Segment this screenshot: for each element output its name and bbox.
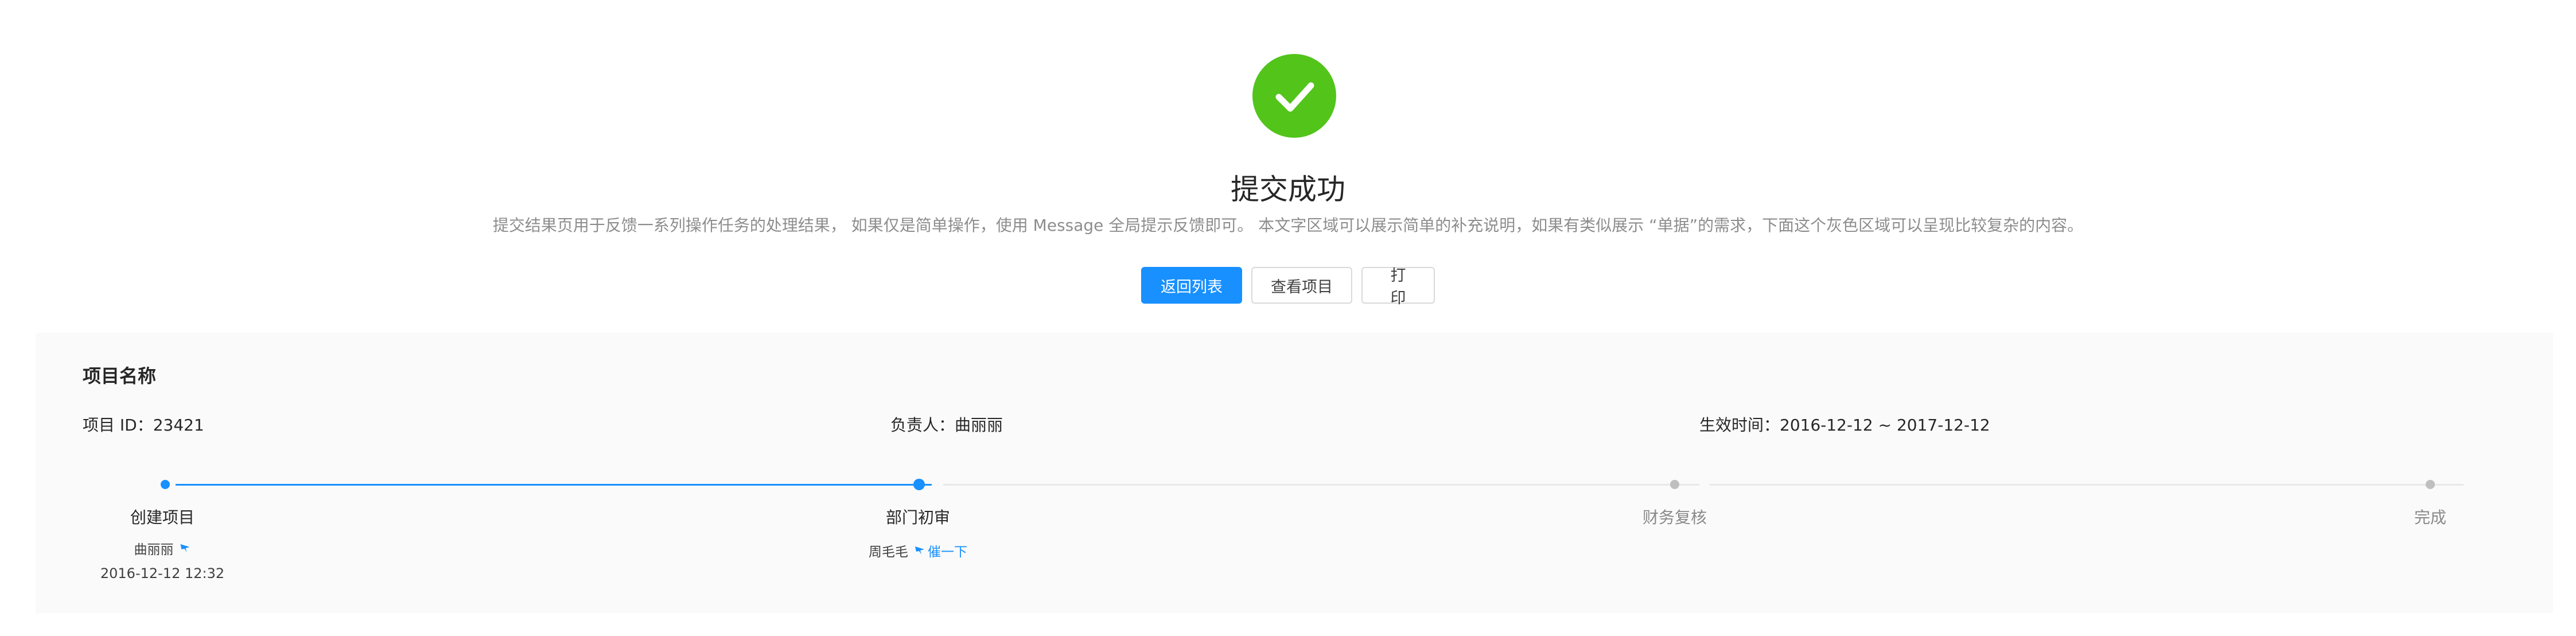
step-connector-2 bbox=[943, 484, 1699, 486]
step-title-review: 部门初审 bbox=[885, 508, 951, 527]
result-actions: 返回列表 查看项目 打 印 bbox=[0, 267, 2576, 307]
dingding-icon bbox=[914, 545, 925, 556]
print-button[interactable]: 打 印 bbox=[1361, 267, 1435, 307]
project-detail-panel: 项目名称 项目 ID：23421 负责人：曲丽丽 生效时间：2016-12-12… bbox=[36, 333, 2553, 613]
urge-link[interactable]: 催一下 bbox=[914, 541, 967, 560]
step-dot-create bbox=[161, 480, 170, 489]
step-title-create: 创建项目 bbox=[130, 508, 195, 527]
step-date-create: 2016-12-12 12:32 bbox=[100, 565, 225, 581]
step-person-create: 曲丽丽 bbox=[134, 538, 191, 558]
step-dot-review bbox=[913, 479, 925, 490]
urge-link-label: 催一下 bbox=[928, 545, 967, 560]
step-person-name: 曲丽丽 bbox=[134, 542, 174, 557]
step-connector-1 bbox=[176, 484, 932, 486]
step-connector-3 bbox=[1710, 484, 2464, 486]
project-name-heading: 项目名称 bbox=[83, 365, 157, 387]
step-title-finance: 财务复核 bbox=[1642, 508, 1707, 527]
result-description: 提交结果页用于反馈一系列操作任务的处理结果， 如果仅是简单操作，使用 Messa… bbox=[492, 216, 2084, 235]
result-title: 提交成功 bbox=[1231, 173, 1345, 206]
dingding-icon[interactable] bbox=[180, 542, 191, 554]
step-person-name: 周毛毛 bbox=[869, 545, 908, 560]
project-id: 项目 ID：23421 bbox=[83, 416, 204, 435]
step-title-complete: 完成 bbox=[2414, 508, 2447, 527]
step-dot-complete bbox=[2426, 480, 2435, 489]
back-to-list-button[interactable]: 返回列表 bbox=[1141, 267, 1242, 304]
project-owner: 负责人：曲丽丽 bbox=[890, 416, 1003, 435]
view-project-button[interactable]: 查看项目 bbox=[1251, 267, 1352, 304]
step-person-review: 周毛毛 催一下 bbox=[869, 541, 967, 560]
success-check-icon bbox=[1252, 54, 1336, 138]
step-dot-finance bbox=[1670, 480, 1679, 489]
project-effective-time: 生效时间：2016-12-12 ~ 2017-12-12 bbox=[1699, 416, 1990, 435]
